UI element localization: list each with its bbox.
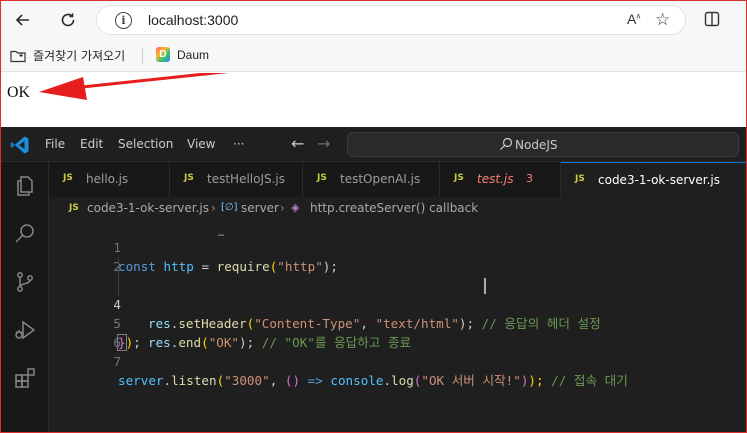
bookmark-divider [142,48,143,64]
activity-bar [1,162,49,432]
bookmark-label: Daum [177,47,210,62]
breadcrumb-symbol-callback[interactable]: http.createServer() callback [310,201,478,215]
chevron-right-icon: › [280,201,285,215]
code-line: 6 [49,314,746,350]
browser-window: i localhost:3000 Aʌ ☆ 즐겨찾기 가져오기 D Daum O… [0,0,747,128]
source-control-icon[interactable] [13,270,37,294]
daum-logo: D [156,47,170,62]
bookmark-import-favorites[interactable]: 즐겨찾기 가져오기 [10,47,125,64]
refresh-button[interactable] [55,7,81,33]
js-file-icon: JS [317,173,327,183]
bookmarks-bar: 즐겨찾기 가져오기 D Daum [1,39,746,72]
tab-test-js[interactable]: JS test.js 3 [440,162,561,197]
code-editor[interactable]: 1 const http = require("http"); … 2 cons… [49,219,746,432]
problem-count-badge: 3 [526,172,533,185]
read-aloud-icon[interactable]: Aʌ [627,11,640,27]
module-icon: [∅] [221,202,238,213]
code-line: 2 const server = http.createServer((req,… [49,238,746,294]
js-file-icon: JS [184,173,194,183]
editor-tabs: JS hello.js JS testHelloJS.js JS testOpe… [49,162,746,197]
method-cube-icon: ◈ [291,201,300,214]
site-info-icon[interactable]: i [115,12,132,29]
extensions-icon[interactable] [13,366,37,390]
js-file-icon: JS [454,173,464,183]
indent-guide [118,257,119,276]
breadcrumb: JS code3-1-ok-server.js › [∅] server › ◈… [49,197,746,219]
code-line-current: 4 res.end("OK"); // "OK"를 응답하고 종료 [49,276,746,350]
arrow-left-icon [15,14,29,26]
explorer-icon[interactable] [13,174,37,198]
browser-toolbar: i localhost:3000 Aʌ ☆ [1,1,746,39]
search-icon [500,137,513,150]
tab-label: code3-1-ok-server.js [598,173,720,187]
code-line: 5 }); [49,295,746,351]
tab-label: test.js [477,172,514,186]
address-bar[interactable]: i localhost:3000 Aʌ ☆ [96,5,686,35]
menu-more[interactable]: ··· [233,137,244,151]
url-text[interactable]: localhost:3000 [148,12,238,28]
indent-guide [118,276,119,295]
refresh-icon [61,13,75,27]
folder-import-icon [10,50,26,62]
vscode-logo-icon [10,136,29,154]
menu-edit[interactable]: Edit [80,137,103,151]
search-view-icon[interactable] [13,222,37,246]
tab-label: hello.js [86,172,129,186]
favorite-star-icon[interactable]: ☆ [655,10,670,30]
tab-label: testOpenAI.js [340,172,421,186]
tab-code3-1-ok-server-js[interactable]: JS code3-1-ok-server.js [561,162,746,197]
back-button[interactable] [10,7,36,33]
menu-view[interactable]: View [187,137,215,151]
nav-back-button[interactable]: ← [291,134,304,153]
code-line: 7 server.listen("3000", () => console.lo… [49,333,746,388]
menu-file[interactable]: File [45,137,65,151]
command-center[interactable]: NodeJS [347,132,739,157]
bookmark-daum[interactable]: D Daum [156,47,209,62]
vscode-titlebar: File Edit Selection View ··· ← → NodeJS [1,127,746,162]
text-cursor [484,278,486,294]
js-file-icon: JS [63,173,73,183]
run-debug-icon[interactable] [13,318,37,342]
breadcrumb-file[interactable]: code3-1-ok-server.js [87,201,209,215]
nav-forward-button[interactable]: → [317,134,330,153]
code-text: server.listen("3000", () => console.log(… [118,373,628,388]
line-number: 7 [113,354,121,369]
page-content: OK [1,73,746,128]
split-screen-icon[interactable] [704,11,720,27]
tab-hello-js[interactable]: JS hello.js [49,162,170,197]
code-line: 1 const http = require("http"); … [49,219,746,274]
js-file-icon: JS [575,174,585,184]
tab-testhellojs-js[interactable]: JS testHelloJS.js [170,162,303,197]
breadcrumb-symbol-server[interactable]: server [241,201,279,215]
red-annotation-arrow [39,73,229,100]
command-center-label: NodeJS [515,138,558,152]
tab-testopenai-js[interactable]: JS testOpenAI.js [303,162,440,197]
menu-selection[interactable]: Selection [118,137,173,151]
vscode-window: File Edit Selection View ··· ← → NodeJS [0,127,747,433]
js-file-icon: JS [69,203,79,213]
code-line: 3 res.setHeader("Content-Type", "text/ht… [49,257,746,331]
bookmark-label: 즐겨찾기 가져오기 [33,49,126,63]
tab-label: testHelloJS.js [207,172,286,186]
chevron-right-icon: › [211,201,216,215]
